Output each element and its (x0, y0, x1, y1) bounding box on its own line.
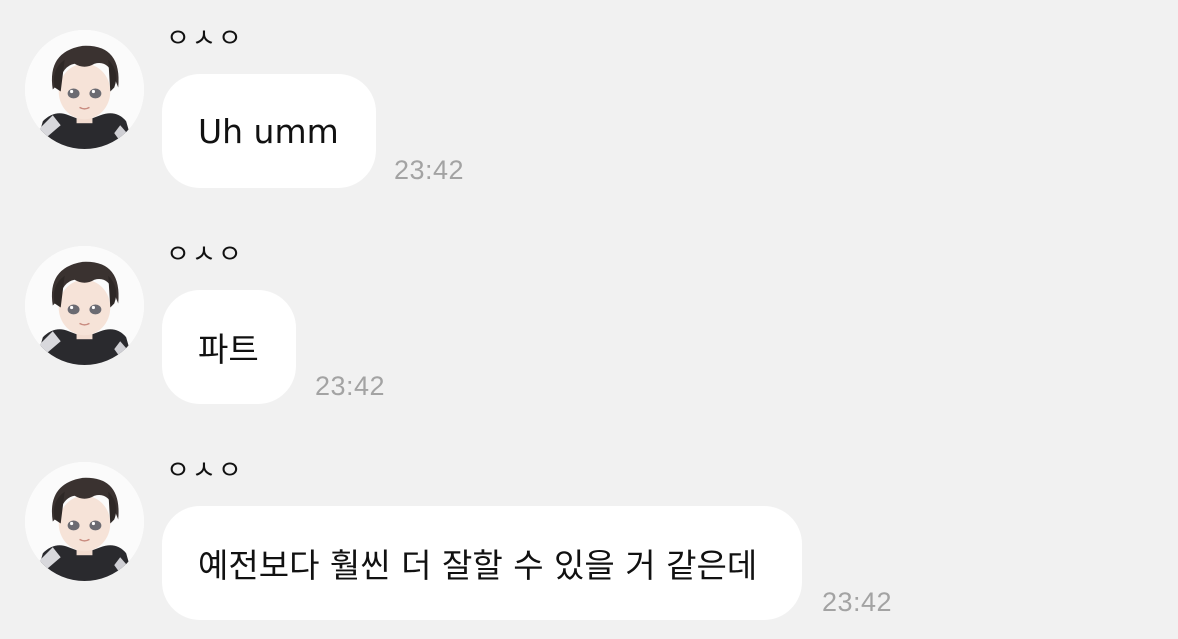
profile-avatar-icon[interactable] (25, 30, 144, 149)
message-bubble[interactable]: 파트 (162, 290, 296, 404)
message-timestamp: 23:42 (822, 587, 893, 617)
message-timestamp: 23:42 (394, 155, 465, 185)
profile-avatar-icon[interactable] (25, 462, 144, 581)
message-timestamp: 23:42 (315, 371, 386, 401)
profile-avatar-icon[interactable] (25, 246, 144, 365)
sender-name: ㅇㅅㅇ (166, 240, 244, 270)
message-bubble[interactable]: 예전보다 훨씬 더 잘할 수 있을 거 같은데 (162, 506, 802, 620)
sender-name: ㅇㅅㅇ (166, 456, 244, 486)
sender-name: ㅇㅅㅇ (166, 24, 244, 54)
message-bubble[interactable]: Uh umm (162, 74, 376, 188)
